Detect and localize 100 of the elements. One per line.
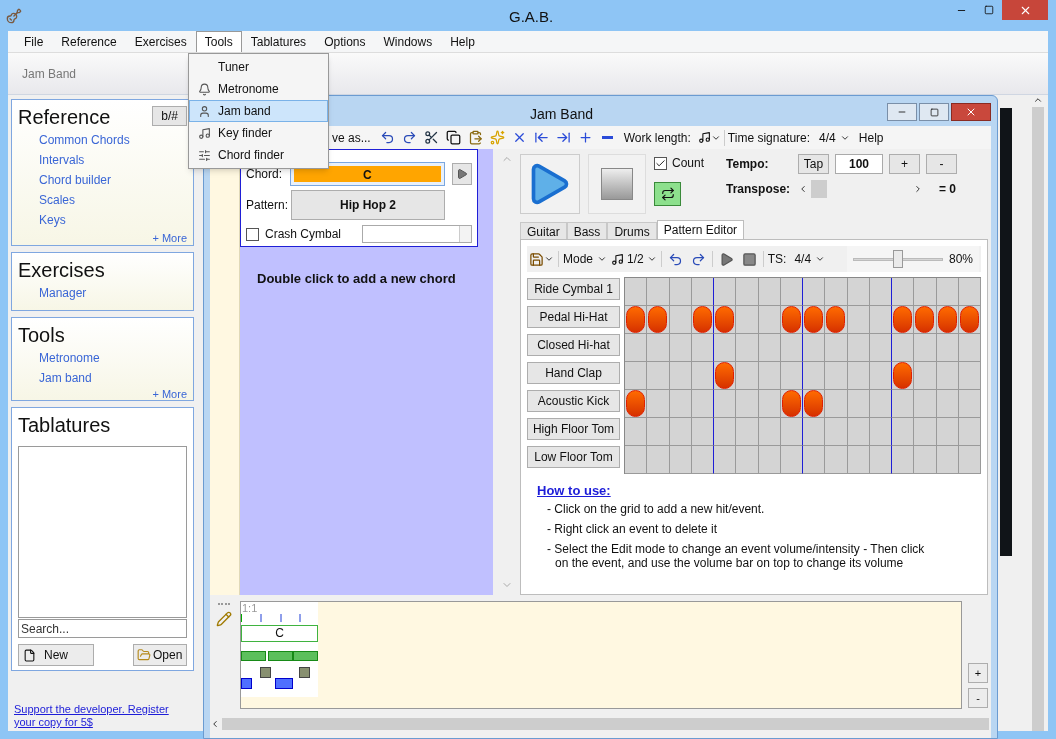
grid-cell[interactable] — [914, 362, 937, 390]
grid-cell[interactable] — [847, 390, 870, 418]
grid-cell[interactable] — [780, 446, 803, 474]
tab[interactable]: Pattern Editor — [656, 220, 745, 239]
grid-cell[interactable] — [803, 334, 826, 362]
grid-cell[interactable] — [892, 334, 915, 362]
instrument-button[interactable]: Closed Hi-hat — [527, 334, 620, 356]
grid-cell[interactable] — [803, 446, 826, 474]
grid-cell[interactable] — [736, 334, 759, 362]
note-value-dropdown[interactable]: 1/2 — [611, 250, 657, 268]
jam-band-tab[interactable]: Jam Band — [22, 64, 77, 83]
tablature-list[interactable] — [18, 446, 187, 618]
sidebar-link[interactable]: Manager — [39, 283, 187, 303]
loop-button[interactable] — [654, 182, 681, 206]
grid-cell[interactable] — [825, 418, 848, 446]
grid-cell[interactable] — [847, 306, 870, 334]
work-length-dropdown[interactable] — [697, 131, 721, 144]
menu-item[interactable]: Tablatures — [241, 31, 316, 52]
stop-button[interactable] — [588, 154, 646, 214]
grid-cell[interactable] — [869, 390, 892, 418]
close-button[interactable] — [951, 103, 991, 121]
grid-cell[interactable] — [892, 390, 915, 418]
grid-cell[interactable] — [869, 306, 892, 334]
grid-cell[interactable] — [914, 390, 937, 418]
grid-cell[interactable] — [869, 362, 892, 390]
instrument-button[interactable]: Acoustic Kick — [527, 390, 620, 412]
grid-cell[interactable] — [714, 418, 737, 446]
grid-cell[interactable] — [625, 418, 648, 446]
grid-cell[interactable] — [869, 278, 892, 306]
grid-cell[interactable] — [669, 278, 692, 306]
grid-cell[interactable] — [625, 362, 648, 390]
grid-cell[interactable] — [936, 334, 959, 362]
grid-cell[interactable] — [958, 418, 981, 446]
tab[interactable]: Bass — [566, 222, 608, 239]
open-button[interactable]: Open — [133, 644, 187, 666]
grid-cell[interactable] — [714, 278, 737, 306]
grid-cell[interactable] — [936, 390, 959, 418]
grid-cell[interactable] — [647, 278, 670, 306]
menu-entry[interactable]: Key finder — [189, 122, 328, 144]
tempo-plus-button[interactable]: + — [889, 154, 921, 174]
tap-button[interactable]: Tap — [798, 154, 830, 174]
grid-cell[interactable] — [736, 418, 759, 446]
grid-cell[interactable] — [847, 446, 870, 474]
close-button[interactable] — [1002, 0, 1048, 20]
grid-cell[interactable] — [691, 418, 714, 446]
menu-entry[interactable]: Metronome — [189, 78, 328, 100]
grid-cell[interactable] — [758, 306, 781, 334]
timeline-chord[interactable]: C — [241, 625, 318, 642]
grid-cell[interactable] — [625, 278, 648, 306]
grid-cell[interactable] — [780, 362, 803, 390]
grid-cell[interactable] — [803, 362, 826, 390]
more-link[interactable]: + More — [152, 230, 187, 247]
grid-cell[interactable] — [958, 362, 981, 390]
grid-cell[interactable] — [825, 278, 848, 306]
menu-item[interactable]: Exercises — [125, 31, 196, 52]
instrument-button[interactable]: Ride Cymbal 1 — [527, 278, 620, 300]
grid-cell[interactable] — [669, 418, 692, 446]
count-checkbox[interactable] — [654, 156, 667, 170]
transpose-thumb[interactable] — [810, 180, 827, 198]
grid-cell[interactable] — [714, 334, 737, 362]
instrument-button[interactable]: Pedal Hi-Hat — [527, 306, 620, 328]
menu-item[interactable]: Windows — [374, 31, 442, 52]
new-button[interactable]: New — [18, 644, 94, 666]
grid-cell[interactable] — [736, 362, 759, 390]
grid-cell[interactable] — [736, 446, 759, 474]
menu-item[interactable]: Help — [441, 31, 484, 52]
menu-entry[interactable]: Tuner — [189, 56, 328, 78]
grid-cell[interactable] — [647, 418, 670, 446]
grid-cell[interactable] — [914, 278, 937, 306]
grid-cell[interactable] — [803, 418, 826, 446]
grid-cell[interactable] — [847, 362, 870, 390]
play-button[interactable] — [520, 154, 580, 214]
grid-cell[interactable] — [958, 278, 981, 306]
grid-cell[interactable] — [825, 334, 848, 362]
grid-cell[interactable] — [691, 362, 714, 390]
grid-cell[interactable] — [691, 278, 714, 306]
grid-cell[interactable] — [669, 334, 692, 362]
time-signature-dropdown[interactable]: 4/4 — [819, 128, 850, 147]
sidebar-link[interactable]: Keys — [39, 210, 187, 230]
save-dropdown[interactable] — [529, 251, 554, 267]
grid-cell[interactable] — [914, 334, 937, 362]
grid-cell[interactable] — [892, 278, 915, 306]
grid-cell[interactable] — [669, 306, 692, 334]
grid-cell[interactable] — [847, 278, 870, 306]
menu-item[interactable]: Tools — [195, 31, 242, 52]
grid-cell[interactable] — [758, 334, 781, 362]
menu-item[interactable]: Reference — [52, 31, 126, 52]
grid-cell[interactable] — [758, 418, 781, 446]
grid-cell[interactable] — [714, 446, 737, 474]
tab[interactable]: Drums — [607, 222, 657, 239]
grid-cell[interactable] — [936, 418, 959, 446]
help-menu[interactable]: Help — [858, 128, 884, 147]
grid-cell[interactable] — [780, 278, 803, 306]
grid-cell[interactable] — [825, 362, 848, 390]
maximize-button[interactable] — [919, 103, 949, 121]
grid-cell[interactable] — [780, 418, 803, 446]
grid-cell[interactable] — [958, 334, 981, 362]
grid-cell[interactable] — [892, 418, 915, 446]
grid-cell[interactable] — [869, 334, 892, 362]
minimize-button[interactable] — [887, 103, 917, 121]
